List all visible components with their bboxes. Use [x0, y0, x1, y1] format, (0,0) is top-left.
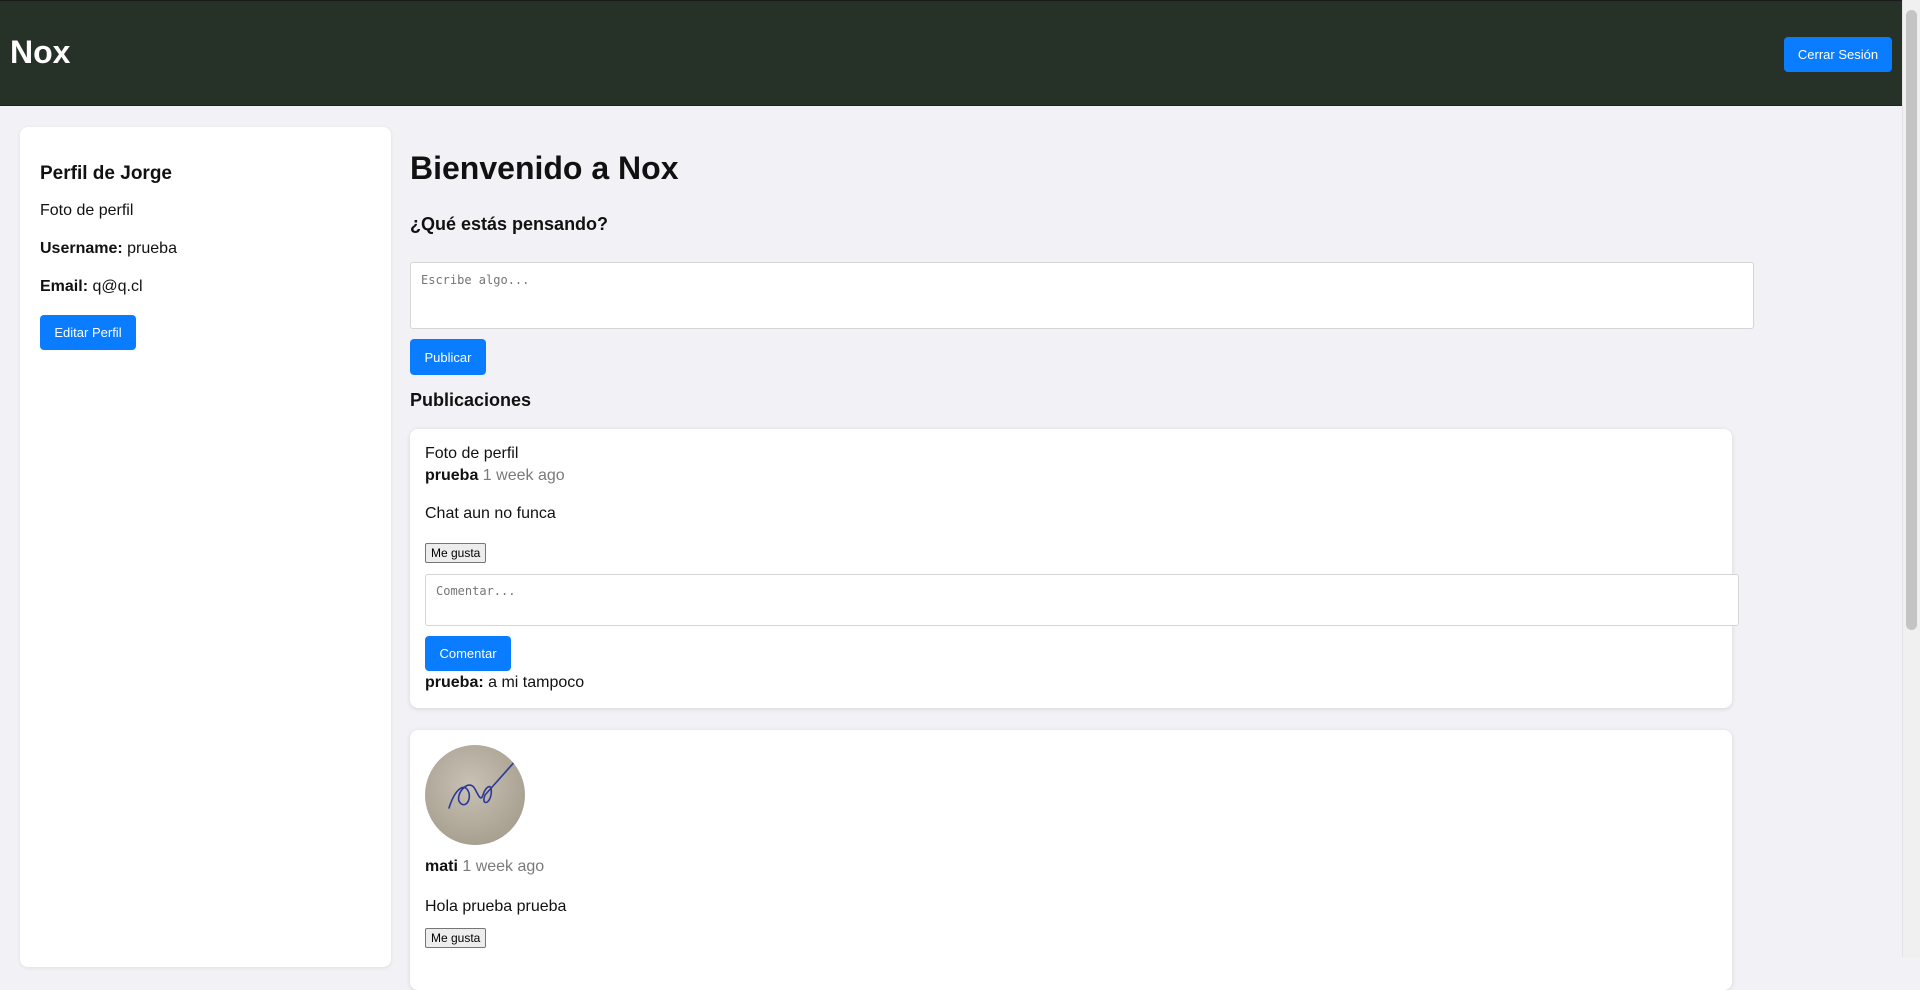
main-content: Bienvenido a Nox ¿Qué estás pensando? Pu…: [410, 0, 1790, 990]
post-content: Chat aun no funca: [425, 505, 556, 522]
post-card: Foto de perfil prueba 1 week ago Chat au…: [410, 429, 1739, 708]
like-button[interactable]: Me gusta: [425, 928, 487, 948]
post-prompt: ¿Qué estás pensando?: [410, 214, 609, 234]
scrollbar-thumb[interactable]: [1906, 10, 1917, 630]
profile-photo: Foto de perfil: [40, 202, 134, 219]
profile-title: Perfil de Jorge: [40, 163, 172, 184]
posts-heading: Publicaciones: [410, 390, 532, 410]
post-author-photo: Foto de perfil: [425, 445, 519, 462]
logout-button[interactable]: Cerrar Sesión: [1784, 37, 1892, 72]
edit-profile-button[interactable]: Editar Perfil: [40, 315, 136, 350]
comment-input[interactable]: [425, 574, 1739, 626]
page-title: Bienvenido a Nox: [410, 150, 679, 186]
like-button[interactable]: Me gusta: [425, 543, 487, 563]
page-scrollbar[interactable]: [1902, 0, 1920, 957]
publish-button[interactable]: Publicar: [410, 339, 486, 375]
post-time: 1 week ago: [462, 858, 545, 875]
post-time: 1 week ago: [482, 467, 565, 484]
comment-text: a mi tampoco: [488, 674, 585, 691]
email-value: q@q.cl: [92, 278, 143, 295]
comment-button[interactable]: Comentar: [425, 636, 511, 671]
signature-avatar-image: [448, 758, 518, 809]
profile-sidebar: Perfil de Jorge Foto de perfil Username:…: [20, 127, 391, 967]
brand-logo[interactable]: Nox: [10, 34, 70, 71]
new-post-input[interactable]: [410, 262, 1754, 329]
comment-author: prueba:: [425, 674, 484, 691]
username-value: prueba: [127, 240, 177, 257]
comment-item: prueba: a mi tampoco: [425, 674, 584, 692]
post-content: Hola prueba prueba: [425, 898, 567, 915]
post-meta: mati 1 week ago: [425, 858, 544, 876]
profile-email: Email: q@q.cl: [40, 278, 143, 296]
profile-username: Username: prueba: [40, 240, 177, 258]
post-author: prueba: [425, 467, 479, 484]
post-meta: prueba 1 week ago: [425, 467, 565, 485]
username-label: Username:: [40, 240, 123, 257]
email-label: Email:: [40, 278, 89, 295]
avatar: [425, 745, 525, 845]
post-author: mati: [425, 858, 458, 875]
post-card: mati 1 week ago Hola prueba prueba Me gu…: [410, 730, 1732, 990]
